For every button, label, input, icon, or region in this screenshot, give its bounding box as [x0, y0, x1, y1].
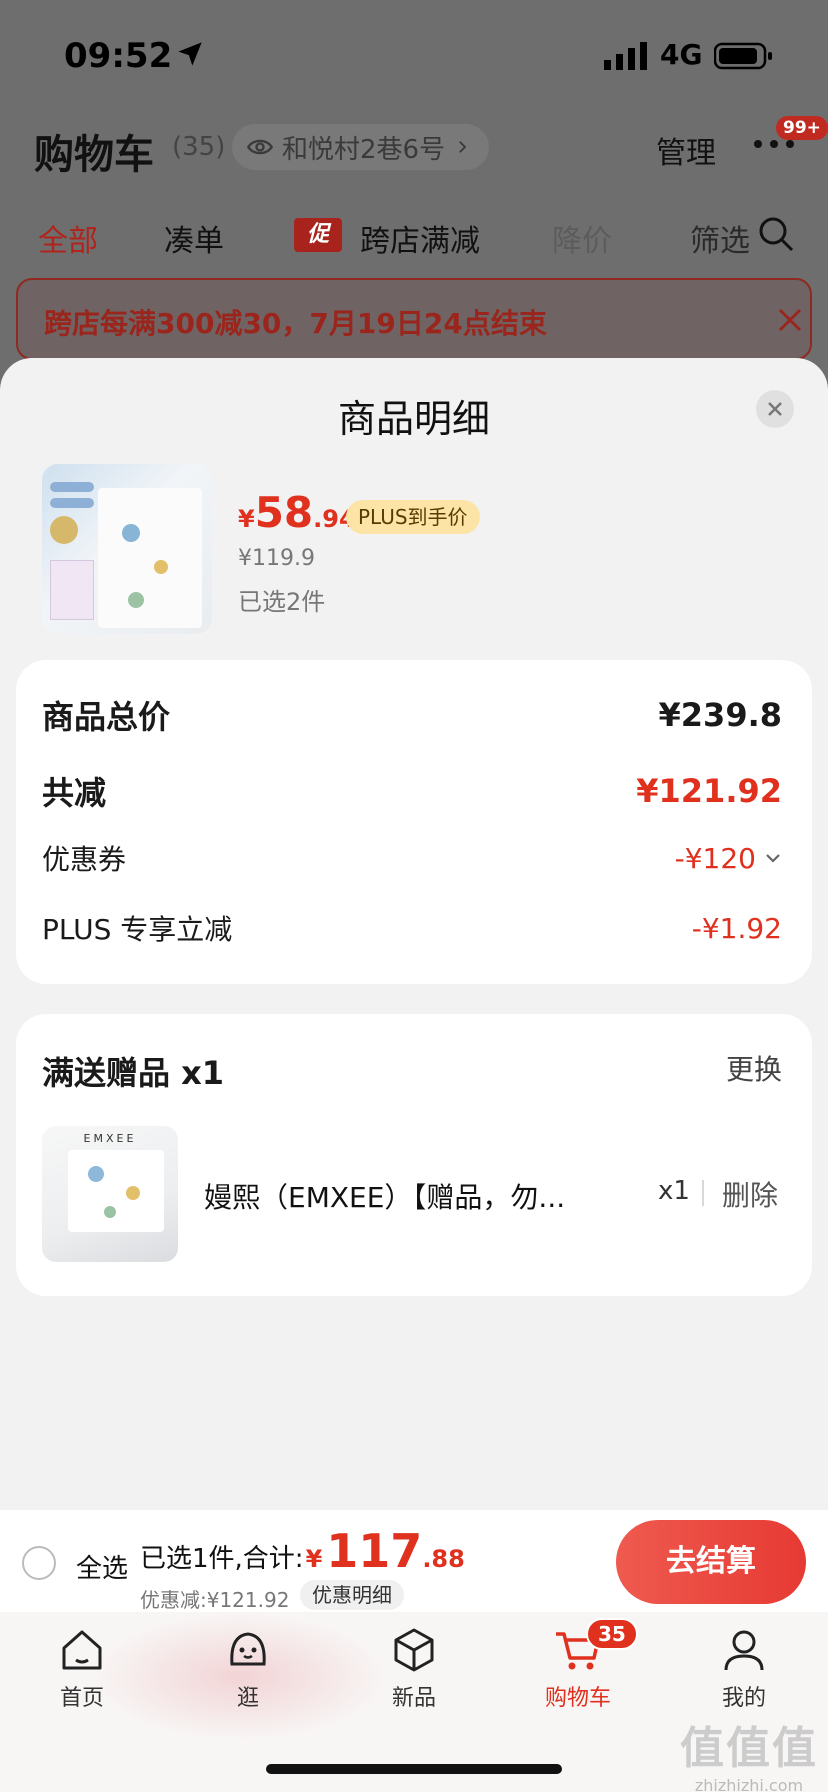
price-summary-card: 商品总价 ¥239.8 共减 ¥121.92 优惠券 -¥120 PLUS 专享… [16, 660, 812, 984]
gift-title: 满送赠品 x1 [42, 1054, 225, 1092]
gift-image[interactable]: EMXEE [42, 1126, 178, 1262]
tab-home-label: 首页 [59, 1686, 104, 1711]
sheet-title: 商品明细 [337, 397, 490, 441]
signal-icon [604, 42, 647, 70]
tab-price-drop[interactable]: 降价 [552, 216, 612, 260]
notification-badge: 99+ [776, 116, 828, 140]
home-indicator[interactable] [266, 1764, 562, 1774]
tab-new[interactable]: 新品 [354, 1624, 474, 1712]
home-icon [62, 1630, 102, 1670]
gift-brand-logo: EMXEE [83, 1132, 137, 1145]
plus-discount-row: PLUS 专享立减 -¥1.92 [42, 908, 782, 948]
discount-detail-button[interactable]: 优惠明细 [300, 1580, 404, 1610]
gift-quantity: x1 [658, 1176, 690, 1206]
coupon-label: 优惠券 [42, 843, 127, 876]
promo-tag: 促 [294, 218, 342, 252]
network-type: 4G [660, 38, 703, 71]
tab-explore[interactable]: 逛 [188, 1624, 308, 1712]
discount-text: 优惠减:¥121.92 [140, 1588, 290, 1612]
battery-icon [714, 42, 772, 70]
close-icon [768, 402, 782, 416]
gift-change-button[interactable]: 更换 [726, 1048, 782, 1088]
watermark-url: zhizhizhi.com [694, 1776, 804, 1792]
status-bar: 09:52 4G [0, 0, 828, 110]
search-icon[interactable] [756, 214, 796, 254]
address-text: 和悦村2巷6号 [282, 134, 446, 165]
tab-coudan[interactable]: 凑单 [164, 216, 224, 260]
tab-me-label: 我的 [721, 1686, 766, 1711]
gift-delete-button[interactable]: 删除 [722, 1174, 778, 1214]
cart-badge: 35 [586, 1618, 638, 1650]
summary-label: 已选1件,合计: [140, 1544, 304, 1574]
cart-count: (35) [172, 132, 226, 162]
person-icon [724, 1630, 764, 1671]
price-symbol: ¥ [238, 505, 255, 533]
tab-all[interactable]: 全部 [38, 216, 98, 260]
checkout-button[interactable]: 去结算 [616, 1520, 806, 1604]
total-integer: 117 [326, 1524, 423, 1578]
eye-icon [246, 139, 274, 155]
total-symbol: ¥ [305, 1545, 323, 1573]
chevron-right-icon [459, 141, 467, 153]
coupon-row[interactable]: 优惠券 -¥120 [42, 838, 782, 878]
tab-filter[interactable]: 筛选 [690, 216, 750, 260]
watermark: 值值值 zhizhizhi.com [676, 1712, 822, 1792]
selected-count: 已选2件 [238, 588, 326, 616]
total-row: 商品总价 ¥239.8 [42, 692, 782, 738]
page-title: 购物车 [34, 132, 154, 178]
tab-cart[interactable]: 35 购物车 [518, 1618, 638, 1712]
plus-discount-label: PLUS 专享立减 [42, 913, 233, 946]
filter-tabs: 全部 凑单 促 跨店满减 降价 筛选 [0, 216, 828, 268]
tab-home[interactable]: 首页 [22, 1624, 142, 1712]
tab-cart-label: 购物车 [544, 1686, 611, 1711]
total-decimal: .88 [422, 1545, 465, 1573]
status-time: 09:52 [64, 36, 173, 76]
divider [702, 1180, 704, 1206]
reduce-value: ¥121.92 [636, 772, 782, 810]
total-summary: 已选1件,合计: ¥ 117 .88 [140, 1524, 465, 1578]
total-value: ¥239.8 [658, 696, 782, 734]
sheet-close-button[interactable] [756, 390, 794, 428]
chevron-down-icon[interactable] [764, 849, 782, 867]
location-arrow-icon [178, 42, 202, 66]
promo-text: 跨店每满300减30，7月19日24点结束 [44, 307, 547, 340]
price-integer: 58 [254, 488, 314, 537]
checkout-bar: 全选 已选1件,合计: ¥ 117 .88 优惠减:¥121.92 优惠明细 去… [0, 1510, 828, 1612]
close-icon[interactable] [776, 306, 804, 334]
select-all-label[interactable]: 全选 [76, 1548, 128, 1585]
address-selector[interactable]: 和悦村2巷6号 [232, 124, 490, 170]
reduce-label: 共减 [42, 774, 107, 812]
tab-cross-store[interactable]: 跨店满减 [360, 216, 480, 260]
tab-me[interactable]: 我的 [684, 1624, 804, 1712]
original-price: ¥119.9 [238, 546, 315, 571]
gift-name[interactable]: 嫚熙（EMXEE）【赠品，勿... [204, 1176, 594, 1216]
manage-button[interactable]: 管理 [656, 128, 716, 172]
plus-discount-value: -¥1.92 [691, 911, 782, 945]
box-icon [394, 1628, 434, 1672]
coupon-value: -¥120 [674, 841, 756, 875]
product-price: ¥ 58 .94 [238, 488, 356, 537]
product-image[interactable] [42, 464, 212, 634]
total-label: 商品总价 [42, 698, 171, 736]
watermark-logo: 值值值 [680, 1723, 818, 1774]
select-all-checkbox[interactable] [22, 1546, 56, 1580]
bottom-tab-bar: 首页 逛 新品 35 购物车 我的 值值值 zhizhizhi.com [0, 1612, 828, 1792]
reduce-row: 共减 ¥121.92 [42, 768, 782, 814]
tab-new-label: 新品 [391, 1686, 436, 1711]
tab-explore-label: 逛 [236, 1686, 259, 1711]
gift-card: 满送赠品 x1 更换 EMXEE 嫚熙（EMXEE）【赠品，勿... x1 删除 [16, 1014, 812, 1296]
promo-banner: 跨店每满300减30，7月19日24点结束 [16, 278, 812, 360]
face-icon [230, 1632, 266, 1666]
plus-price-tag: PLUS到手价 [346, 500, 480, 534]
